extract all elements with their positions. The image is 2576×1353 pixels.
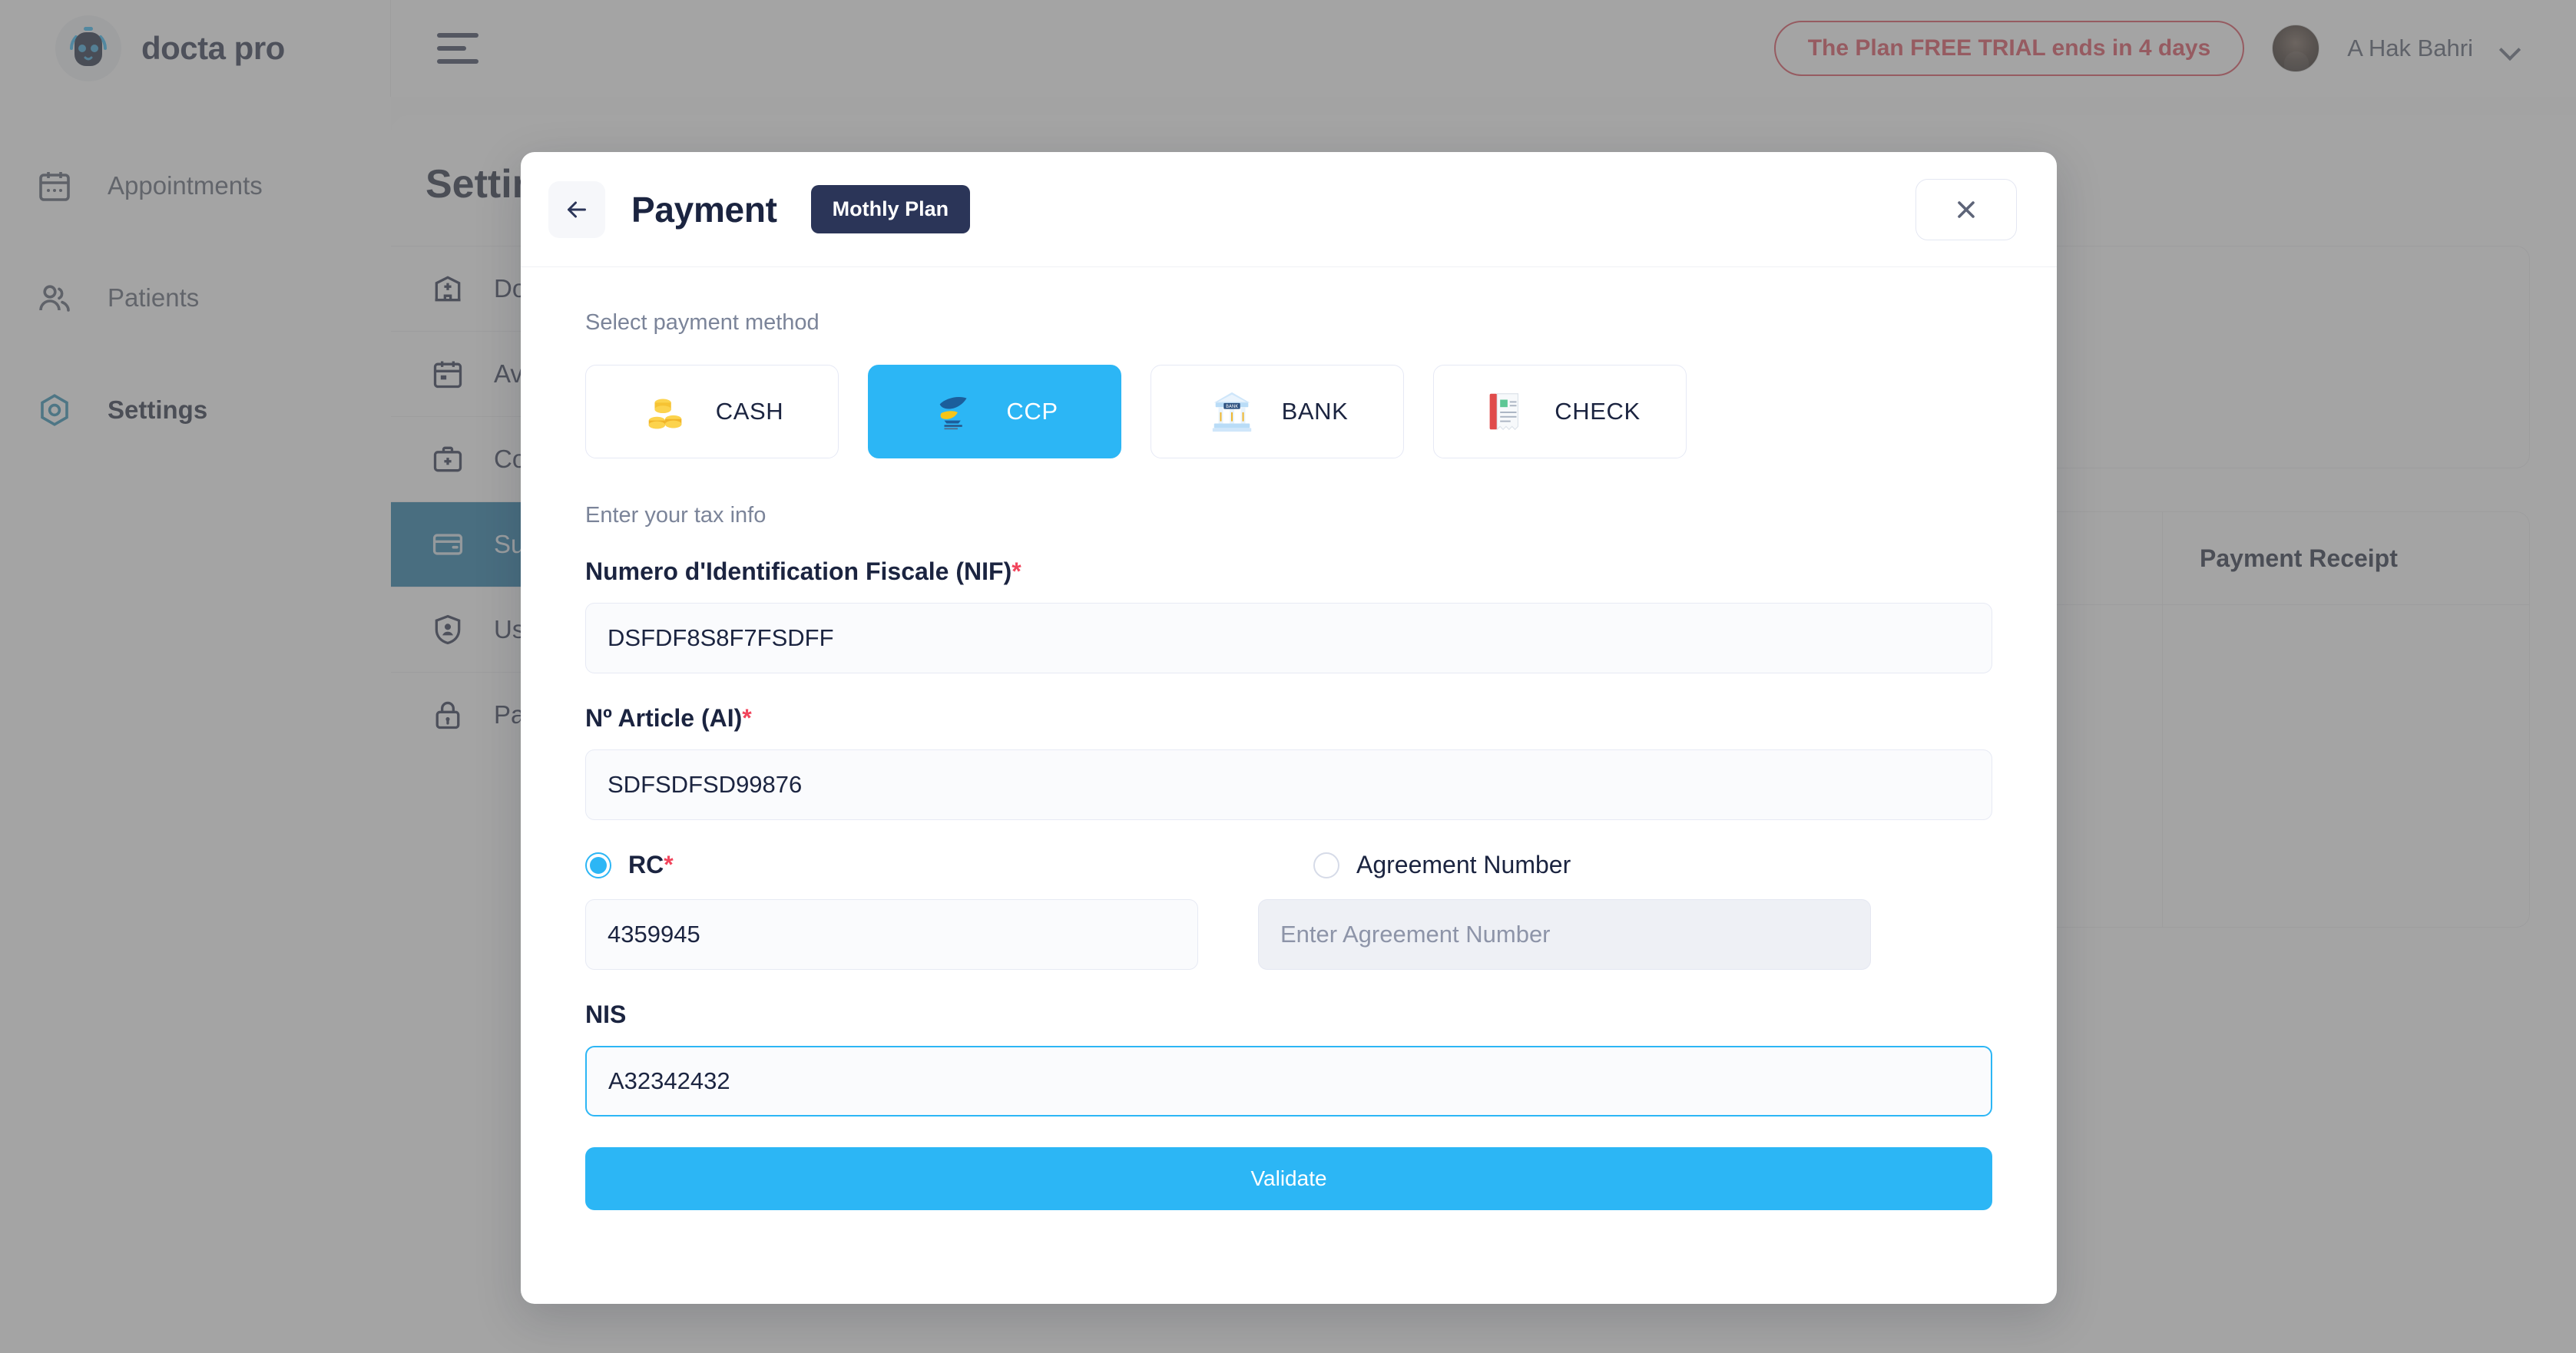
back-button[interactable] <box>548 180 605 238</box>
rc-radio-label: RC* <box>628 851 674 878</box>
agreement-radio[interactable] <box>1313 852 1339 878</box>
payment-method-label: Select payment method <box>585 310 819 335</box>
modal-body: Select payment method CASH CCP BANK BANK… <box>521 267 2057 1304</box>
required-marker: * <box>664 851 674 878</box>
identifier-inputs-row: 4359945 Enter Agreement Number <box>585 899 1992 970</box>
identifier-radio-group: RC* Agreement Number <box>585 851 1992 879</box>
required-marker: * <box>1012 557 1021 585</box>
rc-input[interactable]: 4359945 <box>585 899 1198 970</box>
field-nif: Numero d'Identification Fiscale (NIF)* D… <box>585 557 1992 673</box>
payment-method-label-text: CHECK <box>1555 398 1641 425</box>
article-input[interactable]: SDFSDFSD99876 <box>585 749 1992 820</box>
field-nis: NIS A32342432 <box>585 1001 1992 1116</box>
payment-method-label-text: CASH <box>715 398 784 425</box>
agreement-input-placeholder: Enter Agreement Number <box>1280 921 1551 948</box>
payment-modal: Payment Mothly Plan Select payment metho… <box>521 152 2057 1304</box>
payment-method-label-text: BANK <box>1281 398 1349 425</box>
bank-icon: BANK <box>1207 386 1257 437</box>
field-label-nif: Numero d'Identification Fiscale (NIF)* <box>585 557 1992 586</box>
coins-icon <box>641 386 691 437</box>
field-article: Nº Article (AI)* SDFSDFSD99876 <box>585 704 1992 820</box>
svg-text:BANK: BANK <box>1226 405 1238 409</box>
validate-button[interactable]: Validate <box>585 1147 1992 1210</box>
close-button[interactable] <box>1915 178 2017 240</box>
field-label-nis: NIS <box>585 1001 627 1028</box>
payment-method-bank[interactable]: BANK BANK <box>1151 365 1404 458</box>
payment-method-ccp[interactable]: CCP <box>868 365 1121 458</box>
field-label-article: Nº Article (AI)* <box>585 704 1992 733</box>
agreement-input-wrap: Enter Agreement Number <box>1258 899 1871 970</box>
payment-method-label-text: CCP <box>1006 398 1058 425</box>
rc-input-wrap: 4359945 <box>585 899 1198 970</box>
field-label-text: Nº Article (AI) <box>585 704 743 732</box>
modal-title: Payment <box>631 189 777 230</box>
agreement-input[interactable]: Enter Agreement Number <box>1258 899 1871 970</box>
field-label-text: Numero d'Identification Fiscale (NIF) <box>585 557 1012 585</box>
payment-method-cash[interactable]: CASH <box>585 365 839 458</box>
plan-badge[interactable]: Mothly Plan <box>810 185 971 233</box>
close-icon <box>1958 200 1975 218</box>
agreement-radio-label: Agreement Number <box>1356 851 1571 878</box>
tax-info-label: Enter your tax info <box>585 503 767 528</box>
rc-radio[interactable] <box>585 852 611 878</box>
nif-input[interactable]: DSFDF8S8F7FSDFF <box>585 603 1992 673</box>
app-root: docta pro The Plan FREE TRIAL ends in 4 … <box>0 0 2576 1353</box>
nis-input[interactable]: A32342432 <box>585 1046 1992 1116</box>
required-marker: * <box>742 704 752 732</box>
modal-header: Payment Mothly Plan <box>521 152 2057 267</box>
arrow-left-icon <box>568 201 586 217</box>
radio-option-rc[interactable]: RC* <box>585 851 1289 879</box>
receipt-icon <box>1479 386 1530 437</box>
radio-option-agreement[interactable]: Agreement Number <box>1289 851 1992 879</box>
algerie-poste-icon <box>931 386 982 437</box>
payment-method-group: CASH CCP BANK BANK CHECK <box>585 365 1992 458</box>
payment-method-check[interactable]: CHECK <box>1433 365 1687 458</box>
